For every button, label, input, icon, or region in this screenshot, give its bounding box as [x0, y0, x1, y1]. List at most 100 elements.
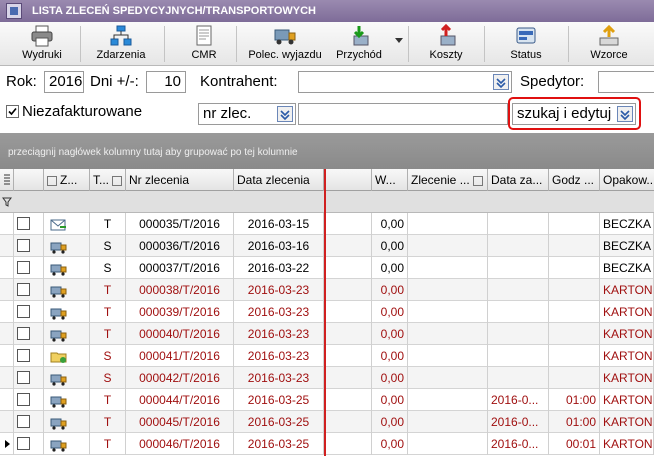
row-checkbox[interactable]	[17, 349, 30, 362]
row-indicator	[0, 323, 14, 345]
checkmark-icon	[8, 107, 17, 116]
row-status-cell	[44, 367, 90, 389]
column-header-status[interactable]: Z...	[44, 169, 90, 191]
uninvoiced-checkbox[interactable]	[6, 105, 19, 118]
search-field-select[interactable]: nr zlec.	[198, 103, 296, 125]
row-indicator	[0, 279, 14, 301]
table-row[interactable]: S 000037/T/2016 2016-03-22 0,00 BECZKA	[0, 257, 654, 279]
table-row[interactable]: T 000046/T/2016 2016-03-25 0,00 2016-0... 00:…	[0, 433, 654, 455]
toolbar-button-cmr[interactable]: CMR	[180, 22, 228, 66]
toolbar-button-koszty[interactable]: Koszty	[418, 22, 474, 66]
table-row[interactable]: S 000042/T/2016 2016-03-23 0,00 KARTON	[0, 367, 654, 389]
table-row[interactable]: T 000035/T/2016 2016-03-15 0,00 BECZKA	[0, 213, 654, 235]
income-icon	[346, 24, 372, 48]
contractor-dropdown-button[interactable]	[493, 74, 509, 90]
search-mode-select[interactable]: szukaj i edytuj	[512, 103, 636, 125]
folder-icon	[50, 349, 68, 367]
row-indicator	[0, 411, 14, 433]
row-typ: S	[90, 235, 126, 257]
toolbar-button-przychod[interactable]: Przychód	[334, 22, 384, 66]
toolbar-button-wydruki[interactable]: Wydruki	[14, 22, 70, 66]
toolbar-button-zdarzenia[interactable]: Zdarzenia	[86, 22, 156, 66]
group-by-panel[interactable]: przeciągnij nagłówek kolumny tutaj aby g…	[0, 133, 654, 169]
filter-icon[interactable]	[2, 196, 12, 210]
templates-icon	[596, 24, 622, 48]
row-empty-cell	[326, 279, 372, 301]
row-nr-zlecenia: 000039/T/2016	[126, 301, 234, 323]
days-field[interactable]: 10	[146, 71, 186, 93]
table-row[interactable]: T 000040/T/2016 2016-03-23 0,00 KARTON	[0, 323, 654, 345]
row-checkbox[interactable]	[17, 239, 30, 252]
filter-icon[interactable]	[472, 175, 483, 186]
contractor-field[interactable]	[298, 71, 512, 93]
row-indicator	[0, 301, 14, 323]
envelope-truck-icon	[50, 217, 68, 235]
row-checkbox[interactable]	[17, 217, 30, 230]
row-checkbox[interactable]	[17, 437, 30, 450]
row-checkbox[interactable]	[17, 327, 30, 340]
row-checkbox-cell	[14, 389, 44, 411]
table-row[interactable]: T 000044/T/2016 2016-03-25 0,00 2016-0... 01:…	[0, 389, 654, 411]
chevron-down-icon[interactable]	[395, 38, 403, 43]
column-header-data-zaladunku[interactable]: Data za...	[488, 169, 549, 191]
row-checkbox[interactable]	[17, 415, 30, 428]
row-opakowanie: BECZKA	[600, 257, 654, 279]
search-field-dropdown-button[interactable]	[277, 106, 293, 122]
toolbar: Wydruki Zdarzenia CMR Polec. wyjazdu Prz…	[0, 22, 654, 66]
grid-filter-row[interactable]	[0, 191, 654, 213]
column-header-opakowanie[interactable]: Opakow...	[600, 169, 654, 191]
row-checkbox[interactable]	[17, 305, 30, 318]
column-header-wartosc[interactable]: W...	[372, 169, 408, 191]
toolbar-label: Koszty	[429, 49, 463, 61]
filter-icon[interactable]	[112, 175, 123, 186]
column-header-check[interactable]	[14, 169, 44, 191]
column-header-data-zlecenia[interactable]: Data zlecenia	[234, 169, 324, 191]
row-checkbox[interactable]	[17, 393, 30, 406]
costs-icon	[433, 24, 459, 48]
toolbar-button-status[interactable]: Status	[502, 22, 550, 66]
row-checkbox[interactable]	[17, 261, 30, 274]
group-by-hint: przeciągnij nagłówek kolumny tutaj aby g…	[8, 147, 298, 158]
column-header-godz[interactable]: Godz ...	[549, 169, 600, 191]
row-indicator	[0, 213, 14, 235]
truck-icon	[50, 393, 68, 411]
row-nr-zlecenia: 000040/T/2016	[126, 323, 234, 345]
search-input[interactable]	[298, 103, 508, 125]
row-checkbox[interactable]	[17, 371, 30, 384]
forwarder-field[interactable]	[598, 71, 654, 93]
row-data-zaladunku	[488, 345, 549, 367]
year-field[interactable]: 2016	[44, 71, 84, 93]
column-header-zlecenie[interactable]: Zlecenie ...	[408, 169, 488, 191]
filter-icon[interactable]	[47, 175, 57, 186]
row-checkbox[interactable]	[17, 283, 30, 296]
toolbar-button-wzorce[interactable]: Wzorce	[584, 22, 634, 66]
row-godz: 00:01	[549, 433, 600, 455]
row-zlecenie	[408, 389, 488, 411]
table-row[interactable]: S 000036/T/2016 2016-03-16 0,00 BECZKA	[0, 235, 654, 257]
row-empty-cell	[326, 257, 372, 279]
table-row[interactable]: S 000041/T/2016 2016-03-23 0,00 KARTON	[0, 345, 654, 367]
row-data-zaladunku	[488, 301, 549, 323]
row-data-zlecenia: 2016-03-16	[234, 235, 324, 257]
table-row[interactable]: T 000038/T/2016 2016-03-23 0,00 KARTON	[0, 279, 654, 301]
row-checkbox-cell	[14, 213, 44, 235]
table-row[interactable]: T 000039/T/2016 2016-03-23 0,00 KARTON	[0, 301, 654, 323]
row-indicator	[0, 345, 14, 367]
search-mode-dropdown-button[interactable]	[617, 106, 633, 122]
table-row[interactable]: T 000045/T/2016 2016-03-25 0,00 2016-0... 01:…	[0, 411, 654, 433]
toolbar-label: Status	[510, 49, 542, 61]
row-zlecenie	[408, 411, 488, 433]
column-header-typ[interactable]: T...	[90, 169, 126, 191]
row-status-cell	[44, 345, 90, 367]
column-chooser-icon[interactable]	[0, 169, 14, 191]
column-header-nr-zlecenia[interactable]: Nr zlecenia	[126, 169, 234, 191]
row-status-cell	[44, 213, 90, 235]
row-zlecenie	[408, 433, 488, 455]
toolbar-button-polec-wyjazdu[interactable]: Polec. wyjazdu	[242, 22, 328, 66]
row-wartosc: 0,00	[372, 345, 408, 367]
row-nr-zlecenia: 000037/T/2016	[126, 257, 234, 279]
toolbar-separator	[80, 26, 81, 62]
truck-icon	[50, 283, 68, 301]
forwarder-label: Spedytor:	[520, 73, 585, 90]
column-header-empty[interactable]	[326, 169, 372, 191]
